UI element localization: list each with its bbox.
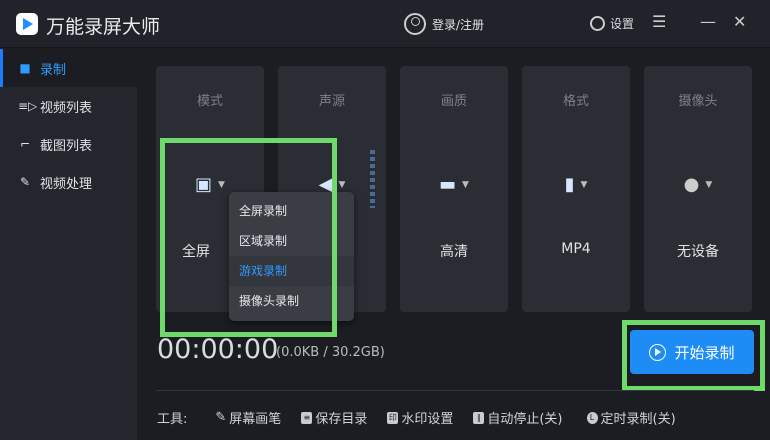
gear-icon: [590, 16, 605, 31]
save-dir-button[interactable]: ≡ 保存目录: [301, 408, 367, 427]
card-header: 画质: [440, 94, 467, 109]
menu-icon[interactable]: ☰: [652, 12, 666, 31]
pause-icon: ∥: [473, 411, 485, 424]
dropdown-arrow-icon[interactable]: ▼: [580, 180, 587, 190]
dropdown-arrow-icon[interactable]: ▼: [705, 180, 712, 190]
clock-icon: L: [586, 411, 598, 424]
video-edit-icon: ✎: [19, 175, 31, 189]
file-size: (0.0KB / 30.2GB): [276, 345, 385, 360]
divider: [156, 390, 754, 391]
volume-meter: [370, 150, 375, 208]
highlight-box-mode: [160, 138, 337, 337]
user-icon: [404, 13, 426, 35]
tools-label: 工具:: [157, 412, 188, 427]
card-value: MP4: [561, 241, 591, 257]
monitor-icon: ▬: [439, 174, 457, 195]
camera-card[interactable]: 摄像头 ● ▼ 无设备: [644, 66, 752, 312]
document-icon: ≡: [301, 411, 313, 424]
tool-label: 保存目录: [315, 412, 368, 427]
dropdown-arrow-icon[interactable]: ▼: [338, 180, 345, 190]
tool-label: 水印设置: [401, 412, 454, 427]
settings-label: 设置: [610, 17, 635, 31]
tool-label: 定时录制(关): [600, 412, 676, 427]
sidebar-item-video-list[interactable]: ≡▷ 视频列表: [0, 87, 137, 125]
tool-label: 屏幕画笔: [229, 412, 282, 427]
camera-icon: ■: [19, 61, 31, 75]
sidebar-item-record[interactable]: ■ 录制: [0, 49, 137, 87]
file-icon: ▮: [564, 174, 575, 195]
sidebar-item-label: 录制: [40, 62, 67, 78]
highlight-box-start: [622, 320, 765, 391]
login-button[interactable]: 登录/注册: [404, 13, 484, 35]
card-value: 无设备: [677, 244, 719, 260]
watermark-button[interactable]: 印水印设置: [387, 408, 453, 427]
settings-button[interactable]: 设置: [590, 15, 634, 32]
sidebar-item-video-edit[interactable]: ✎ 视频处理: [0, 163, 137, 201]
card-header: 格式: [562, 94, 589, 109]
quality-card[interactable]: 画质 ▬ ▼ 高清: [400, 66, 508, 312]
card-value: 高清: [440, 244, 468, 260]
tool-label: 自动停止(关): [487, 412, 563, 427]
video-list-icon: ≡▷: [18, 99, 38, 113]
sidebar-item-label: 截图列表: [40, 138, 93, 154]
format-card[interactable]: 格式 ▮ ▼ MP4: [522, 66, 630, 312]
sidebar-item-label: 视频列表: [40, 100, 93, 116]
minimize-button[interactable]: —: [700, 12, 716, 31]
sidebar: ■ 录制 ≡▷ 视频列表 ⌐ 截图列表 ✎ 视频处理: [0, 49, 137, 440]
scheduled-record-button[interactable]: L 定时录制(关): [586, 408, 676, 427]
app-title: 万能录屏大师: [46, 16, 161, 38]
pen-icon: ✎: [215, 410, 227, 425]
auto-stop-button[interactable]: ∥ 自动停止(关): [473, 408, 563, 427]
toolbar: 工具: ✎ 屏幕画笔 ≡ 保存目录 印水印设置 ∥ 自动停止(关) L 定时录制(关): [157, 408, 676, 427]
card-header: 声源: [318, 94, 345, 109]
sidebar-item-label: 视频处理: [40, 176, 93, 192]
login-label: 登录/注册: [432, 17, 485, 32]
close-button[interactable]: ✕: [733, 12, 746, 31]
card-header: 模式: [196, 94, 223, 109]
screen-pen-button[interactable]: ✎ 屏幕画笔: [215, 408, 281, 427]
dropdown-arrow-icon[interactable]: ▼: [462, 180, 469, 190]
sidebar-item-screenshot-list[interactable]: ⌐ 截图列表: [0, 125, 137, 163]
webcam-icon: ●: [683, 174, 700, 195]
stamp-icon: 印: [387, 411, 399, 424]
title-bar: 万能录屏大师 登录/注册 设置 ☰ — ✕: [0, 0, 770, 48]
app-logo-icon: [16, 13, 38, 35]
record-timer: 00:00:00: [157, 334, 279, 365]
card-header: 摄像头: [678, 94, 718, 109]
screenshot-list-icon: ⌐: [19, 137, 31, 151]
